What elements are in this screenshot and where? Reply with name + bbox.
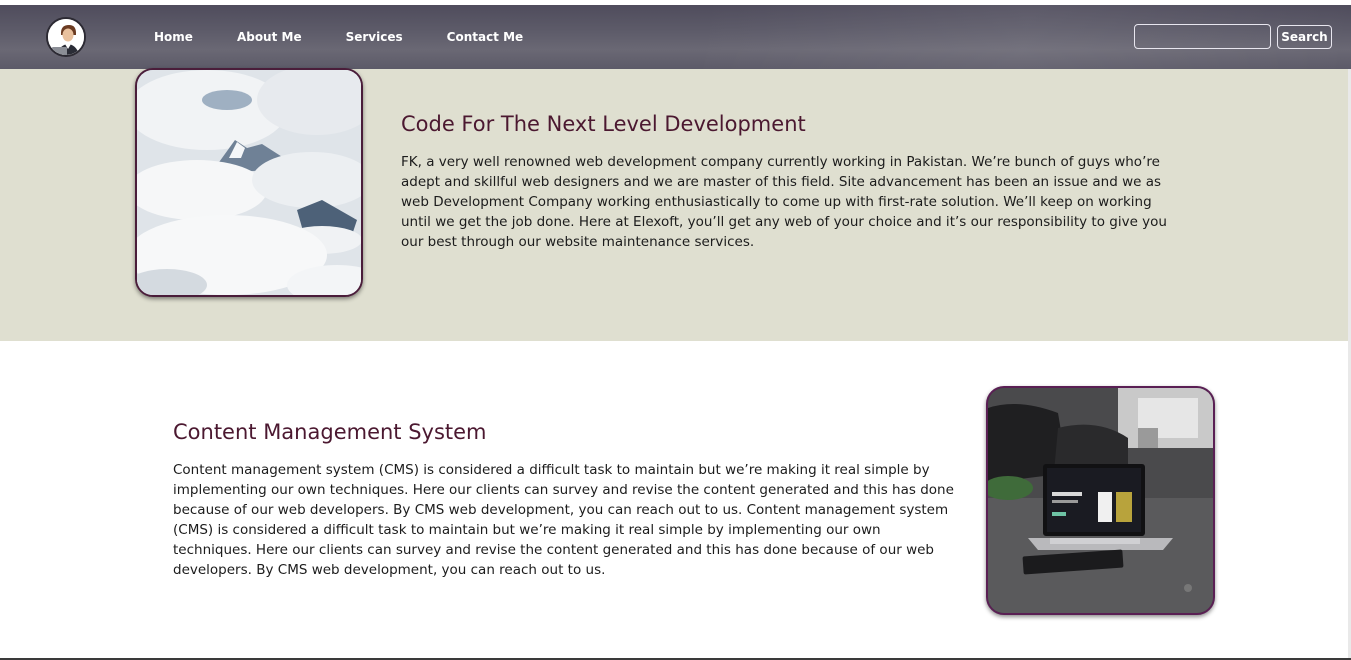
search-button[interactable]: Search (1277, 25, 1332, 49)
mountain-clouds-illustration (137, 70, 361, 295)
nav-services[interactable]: Services (346, 30, 403, 44)
cms-title: Content Management System (173, 420, 487, 444)
nav-contact-me[interactable]: Contact Me (447, 30, 524, 44)
mountain-clouds-image (135, 68, 363, 297)
avatar[interactable] (46, 17, 86, 57)
nav-home[interactable]: Home (154, 30, 193, 44)
intro-text: FK, a very well renowned web development… (401, 154, 1167, 250)
intro-title: Code For The Next Level Development (401, 112, 806, 136)
laptop-desk-image (986, 386, 1215, 615)
nav-about-me[interactable]: About Me (237, 30, 302, 44)
search-input[interactable] (1134, 24, 1271, 49)
nav-links: Home About Me Services Contact Me (154, 5, 567, 69)
navbar: Home About Me Services Contact Me Search (0, 5, 1351, 69)
user-avatar-icon (48, 19, 84, 55)
cms-text: Content management system (CMS) is consi… (173, 462, 954, 578)
laptop-desk-illustration (988, 388, 1213, 613)
